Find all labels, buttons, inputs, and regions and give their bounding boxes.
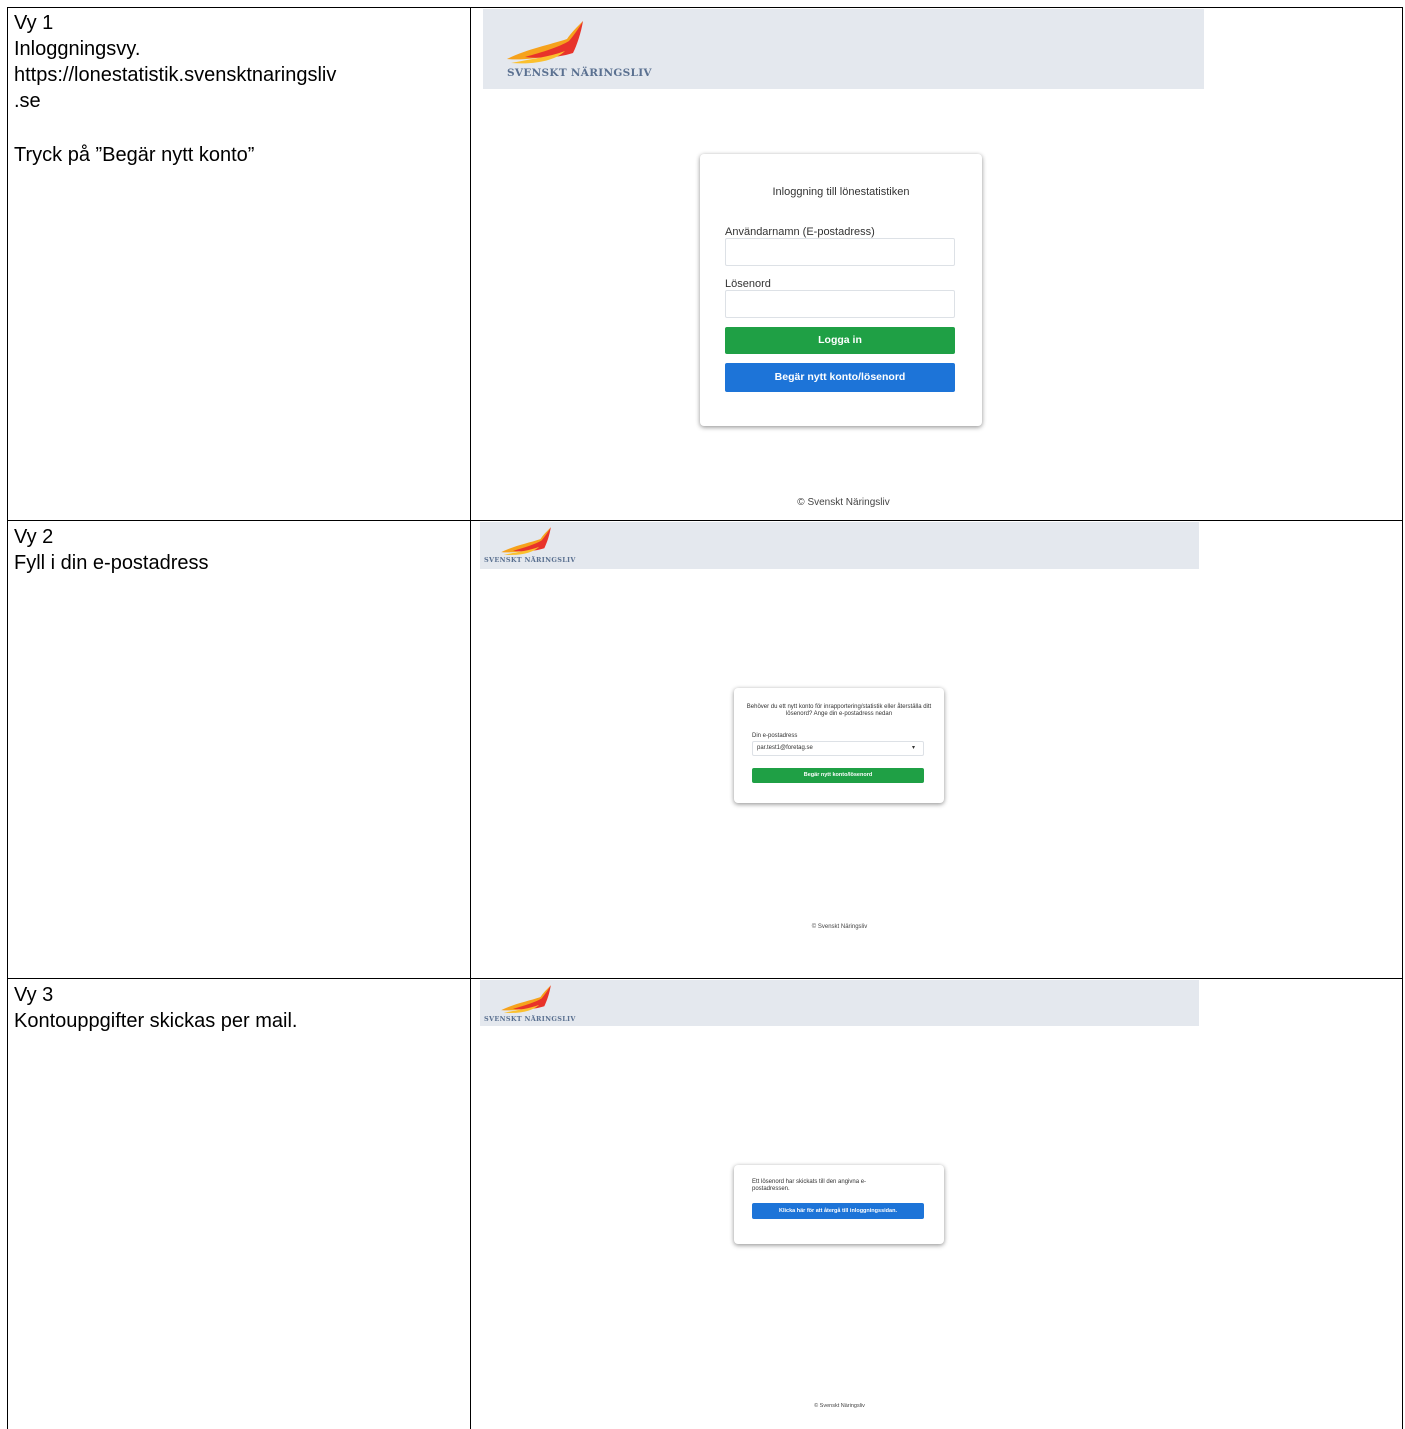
view-url: https://lonestatistik.svensktnaringsliv xyxy=(14,64,337,86)
footer-copyright: © Svenskt Näringsliv xyxy=(797,497,890,508)
logo-text: SVENSKT NÄRINGSLIV xyxy=(484,556,576,564)
request-account-button[interactable]: Begär nytt konto/lösenord xyxy=(752,768,924,783)
view-instruction: Tryck på ”Begär nytt konto” xyxy=(14,144,255,166)
email-value: par.test1@foretag.se xyxy=(757,745,813,751)
chevron-down-icon[interactable]: ▾ xyxy=(912,744,915,751)
row-3-description: Vy 3 Kontouppgifter skickas per mail. xyxy=(14,982,460,1034)
svenskt-naringsliv-logo-icon xyxy=(501,527,551,556)
request-card: Behöver du ett nytt konto för inrapporte… xyxy=(734,688,944,803)
view-heading: Vy 3 xyxy=(14,984,54,1006)
login-card: Inloggning till lönestatistiken Användar… xyxy=(700,154,982,426)
site-header: SVENSKT NÄRINGSLIV xyxy=(480,522,1199,569)
footer-copyright: © Svenskt Näringsliv xyxy=(811,924,868,930)
password-input[interactable] xyxy=(725,290,955,318)
email-label: Din e-postadress xyxy=(752,733,798,739)
request-account-screenshot: SVENSKT NÄRINGSLIV Behöver du ett nytt k… xyxy=(480,522,1199,974)
row-2-description: Vy 2 Fyll i din e-postadress xyxy=(14,524,460,576)
view-instruction: Fyll i din e-postadress xyxy=(14,552,209,574)
view-heading: Vy 2 xyxy=(14,526,54,548)
card-title: Inloggning till lönestatistiken xyxy=(772,186,910,198)
svenskt-naringsliv-logo-icon xyxy=(507,21,583,64)
row-1-description: Vy 1 Inloggningsvy. https://lonestatisti… xyxy=(14,10,460,168)
confirmation-card: Ett lösenord har skickats till den angiv… xyxy=(734,1165,944,1244)
card-text: Behöver du ett nytt konto för inrapporte… xyxy=(746,704,932,717)
view-title: Inloggningsvy. xyxy=(14,38,141,60)
row-divider-2 xyxy=(7,978,1403,979)
username-label: Användarnamn (E-postadress) xyxy=(725,226,875,238)
logo-text: SVENSKT NÄRINGSLIV xyxy=(484,1015,576,1023)
email-select[interactable]: par.test1@foretag.se ▾ xyxy=(752,741,924,756)
site-header: SVENSKT NÄRINGSLIV xyxy=(483,9,1204,89)
column-divider xyxy=(470,7,471,1429)
login-screenshot: SVENSKT NÄRINGSLIV Inloggning till lönes… xyxy=(483,9,1204,517)
row-divider-1 xyxy=(7,520,1403,521)
login-button[interactable]: Logga in xyxy=(725,327,955,354)
svenskt-naringsliv-logo-icon xyxy=(501,985,551,1014)
footer-copyright: © Svenskt Näringsliv xyxy=(814,1403,865,1409)
back-to-login-button[interactable]: Klicka här för att återgå till inloggnin… xyxy=(752,1203,924,1219)
card-text: Ett lösenord har skickats till den angiv… xyxy=(752,1179,867,1192)
password-label: Lösenord xyxy=(725,278,771,290)
confirmation-screenshot: SVENSKT NÄRINGSLIV Ett lösenord har skic… xyxy=(480,980,1199,1429)
username-input[interactable] xyxy=(725,238,955,266)
view-instruction: Kontouppgifter skickas per mail. xyxy=(14,1010,298,1032)
site-header: SVENSKT NÄRINGSLIV xyxy=(480,980,1199,1026)
logo-text: SVENSKT NÄRINGSLIV xyxy=(507,67,652,79)
view-heading: Vy 1 xyxy=(14,12,54,34)
view-url-cont: .se xyxy=(14,90,41,112)
request-account-button[interactable]: Begär nytt konto/lösenord xyxy=(725,363,955,392)
